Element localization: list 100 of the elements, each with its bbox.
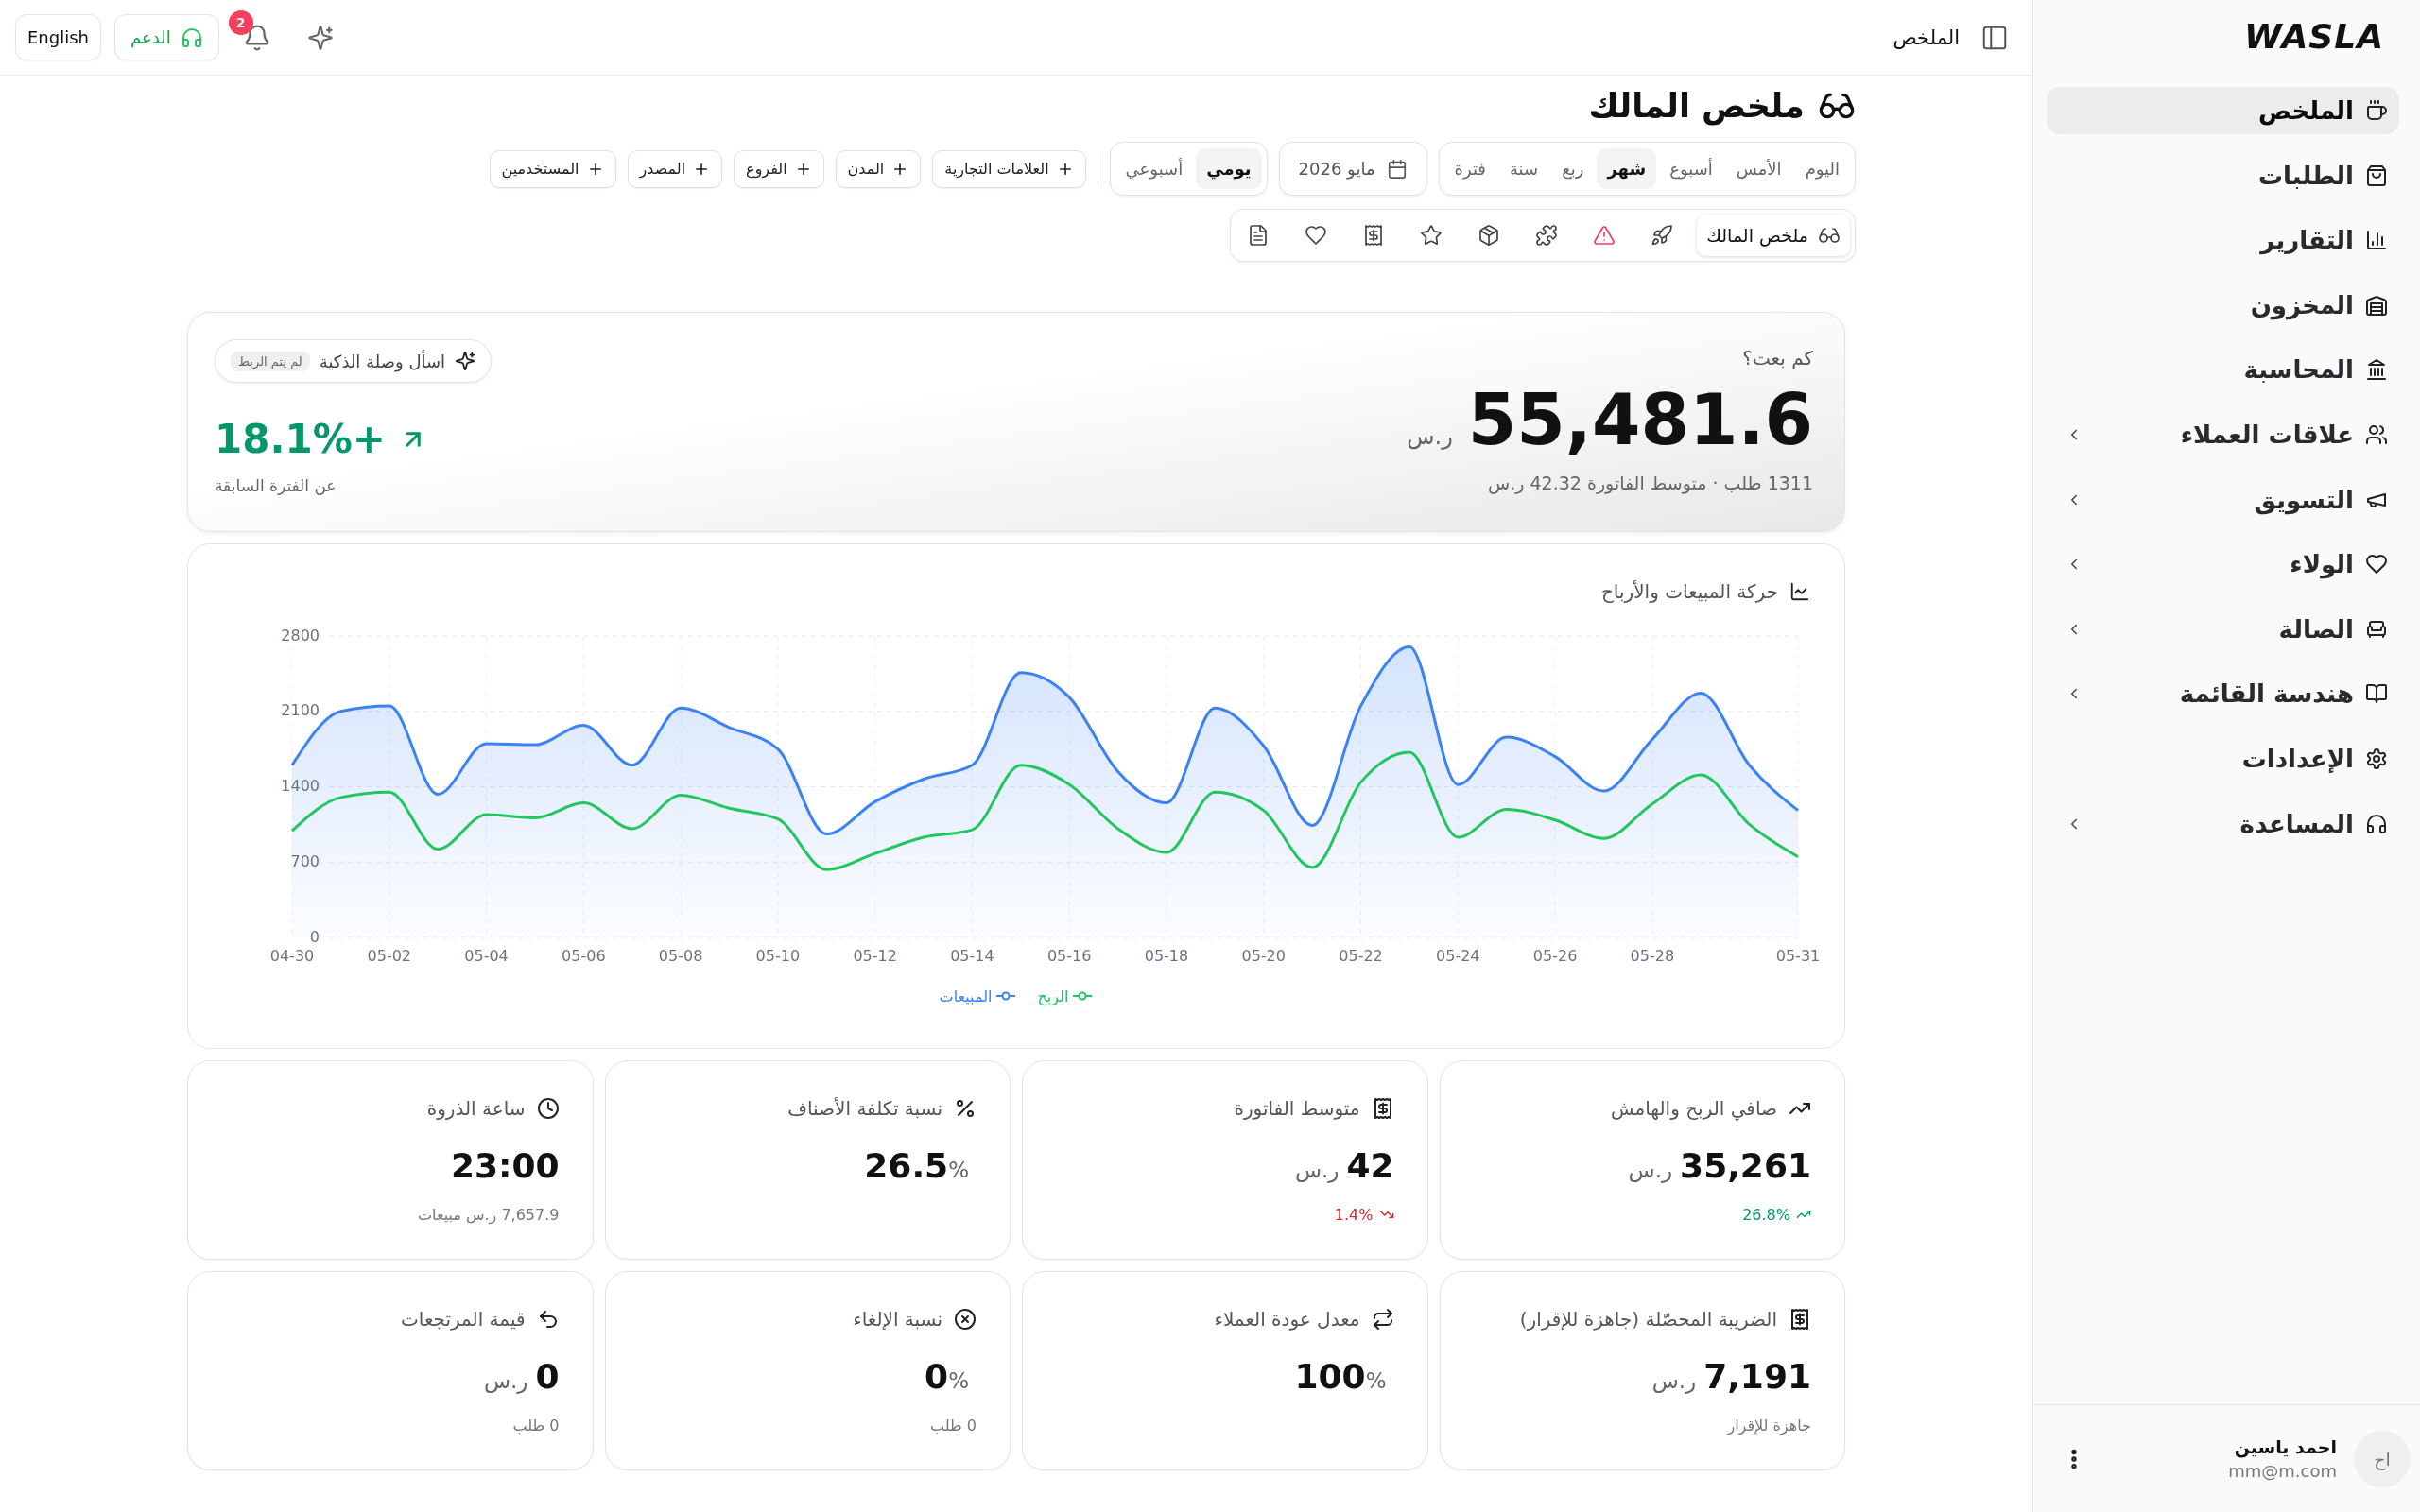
heart-icon (2365, 553, 2388, 576)
period-tab[interactable]: الأمس (1725, 148, 1792, 189)
filter-chip[interactable]: المستخدمين (489, 149, 616, 188)
currency-label: ر.س (1407, 423, 1453, 450)
stat-summary: 1311 طلب · متوسط الفاتورة 42.32 ر.س (1488, 472, 1813, 495)
kpi-unit: ر.س (1628, 1158, 1673, 1182)
cup-icon (2365, 99, 2388, 122)
notification-badge: 2 (228, 9, 253, 35)
percent-icon (954, 1097, 977, 1120)
box-icon (1478, 224, 1501, 247)
change-note: عن الفترة السابقة (215, 475, 337, 497)
axis-label: 2800 (281, 626, 320, 644)
axis-label: 0 (309, 927, 320, 946)
warehouse-icon (2365, 293, 2388, 317)
period-tab[interactable]: ربع (1551, 148, 1595, 189)
bar-chart-icon (2365, 229, 2388, 252)
period-tab[interactable]: شهر (1597, 148, 1657, 189)
kpi-title: ساعة الذروة (426, 1097, 526, 1120)
avatar[interactable]: اح (2354, 1430, 2411, 1487)
kpi-title: قيمة المرتجعات (400, 1308, 526, 1331)
sparkles-icon[interactable] (306, 24, 334, 51)
kpi-value: 7,191 (1703, 1357, 1811, 1396)
axis-label: 2100 (281, 701, 320, 720)
filter-chip[interactable]: الفروع (734, 149, 824, 188)
kpi-delta: 26.8% (1742, 1205, 1790, 1224)
brand-logo: WASLA (2244, 20, 2384, 54)
kpi-note: 0 طلب (512, 1416, 560, 1435)
kpi-unit: ر.س (483, 1368, 528, 1393)
sidebar-item[interactable]: الملخص (2047, 87, 2399, 134)
star-icon (1420, 224, 1443, 247)
granularity-tab[interactable]: أسبوعي (1115, 148, 1194, 189)
axis-label: 05-31 (1775, 946, 1821, 965)
period-tab[interactable]: فترة (1443, 148, 1496, 189)
axis-label: 700 (290, 851, 320, 870)
status-badge: لم يتم الربط (231, 351, 310, 371)
bank-icon (2365, 358, 2388, 382)
view-tab[interactable]: ملخص المالك (1697, 215, 1850, 256)
language-button[interactable]: English (15, 14, 101, 60)
kpi-delta: 1.4% (1334, 1205, 1374, 1224)
user-email: mm@m.com (2228, 1461, 2337, 1481)
axis-label: 04-30 (269, 946, 315, 965)
kpi-note: جاهزة للإقرار (1727, 1416, 1811, 1435)
change-value: 18.1%+ (215, 415, 386, 464)
sidebar-item[interactable]: الطلبات (2047, 151, 2399, 199)
filter-chip[interactable]: المدن (835, 149, 922, 188)
rocket-icon (1651, 224, 1674, 247)
kpi-title: معدل عودة العملاء (1214, 1308, 1360, 1331)
breadcrumb-label: الملخص (1893, 26, 1960, 49)
axis-label: 05-20 (1241, 946, 1286, 965)
kpi-unit: ر.س (1294, 1158, 1340, 1182)
sidebar-item[interactable]: الولاء (2047, 541, 2399, 589)
headset-icon (2365, 812, 2388, 835)
sidebar-item[interactable]: المحاسبة (2047, 346, 2399, 394)
book-icon (2365, 682, 2388, 706)
page-title: ملخص المالك (1588, 86, 1805, 128)
legend-label: المبيعات (939, 987, 993, 1005)
sidebar-item[interactable]: الإعدادات (2047, 734, 2399, 782)
kpi-unit: % (948, 1368, 969, 1393)
sidebar-item[interactable]: المساعدة (2047, 799, 2399, 848)
axis-label: 05-08 (658, 946, 703, 965)
sidebar-item[interactable]: المخزون (2047, 281, 2399, 329)
filter-chip[interactable]: المصدر (627, 149, 723, 188)
axis-label: 05-26 (1532, 946, 1578, 965)
kpi-value: 0 (925, 1357, 949, 1396)
kpi-value: 26.5 (864, 1146, 949, 1185)
warning-icon (1593, 224, 1616, 247)
kpi-title: متوسط الفاتورة (1234, 1097, 1360, 1120)
axis-label: 05-22 (1339, 946, 1383, 965)
kpi-note: 7,657.9 ر.س مبيعات (418, 1205, 560, 1224)
stat-value: 55,481.6 (1467, 379, 1813, 460)
kpi-unit: % (948, 1158, 969, 1182)
kpi-title: نسبة الإلغاء (853, 1308, 942, 1331)
clock-icon (536, 1097, 560, 1120)
period-tab[interactable]: أسبوع (1659, 148, 1723, 189)
kpi-note: 0 طلب (930, 1416, 977, 1435)
axis-label: 05-10 (755, 946, 801, 965)
calendar-icon (1386, 158, 1408, 180)
sidebar-item[interactable]: التسويق (2047, 475, 2399, 524)
period-tab[interactable]: اليوم (1794, 148, 1850, 189)
ask-ai-button[interactable]: اسأل وصلة الذكية لم يتم الربط (215, 339, 493, 383)
sidebar-item[interactable]: علاقات العملاء (2047, 410, 2399, 458)
stat-label: كم بعت؟ (1742, 346, 1813, 370)
chart-title: حركة المبيعات والأرباح (1600, 580, 1778, 603)
user-name: احمد ياسين (2233, 1436, 2337, 1457)
kpi-unit: % (1365, 1368, 1387, 1393)
date-picker[interactable]: مايو 2026 (1278, 142, 1427, 196)
filter-chip[interactable]: العلامات التجارية (932, 149, 1086, 188)
period-tab[interactable]: سنة (1498, 148, 1549, 189)
kpi-value: 35,261 (1680, 1146, 1811, 1185)
sidebar-item[interactable]: هندسة القائمة (2047, 670, 2399, 718)
kpi-value: 23:00 (450, 1146, 560, 1185)
sidebar-item[interactable]: الصالة (2047, 605, 2399, 653)
axis-label: 05-24 (1436, 946, 1480, 965)
line-chart-icon (1789, 581, 1810, 602)
kpi-value: 0 (535, 1357, 560, 1396)
axis-label: 1400 (281, 777, 320, 795)
axis-label: 05-06 (562, 946, 606, 965)
granularity-tab[interactable]: يومي (1196, 148, 1262, 189)
users-icon (2365, 422, 2388, 446)
sidebar-item[interactable]: التقارير (2047, 216, 2399, 265)
